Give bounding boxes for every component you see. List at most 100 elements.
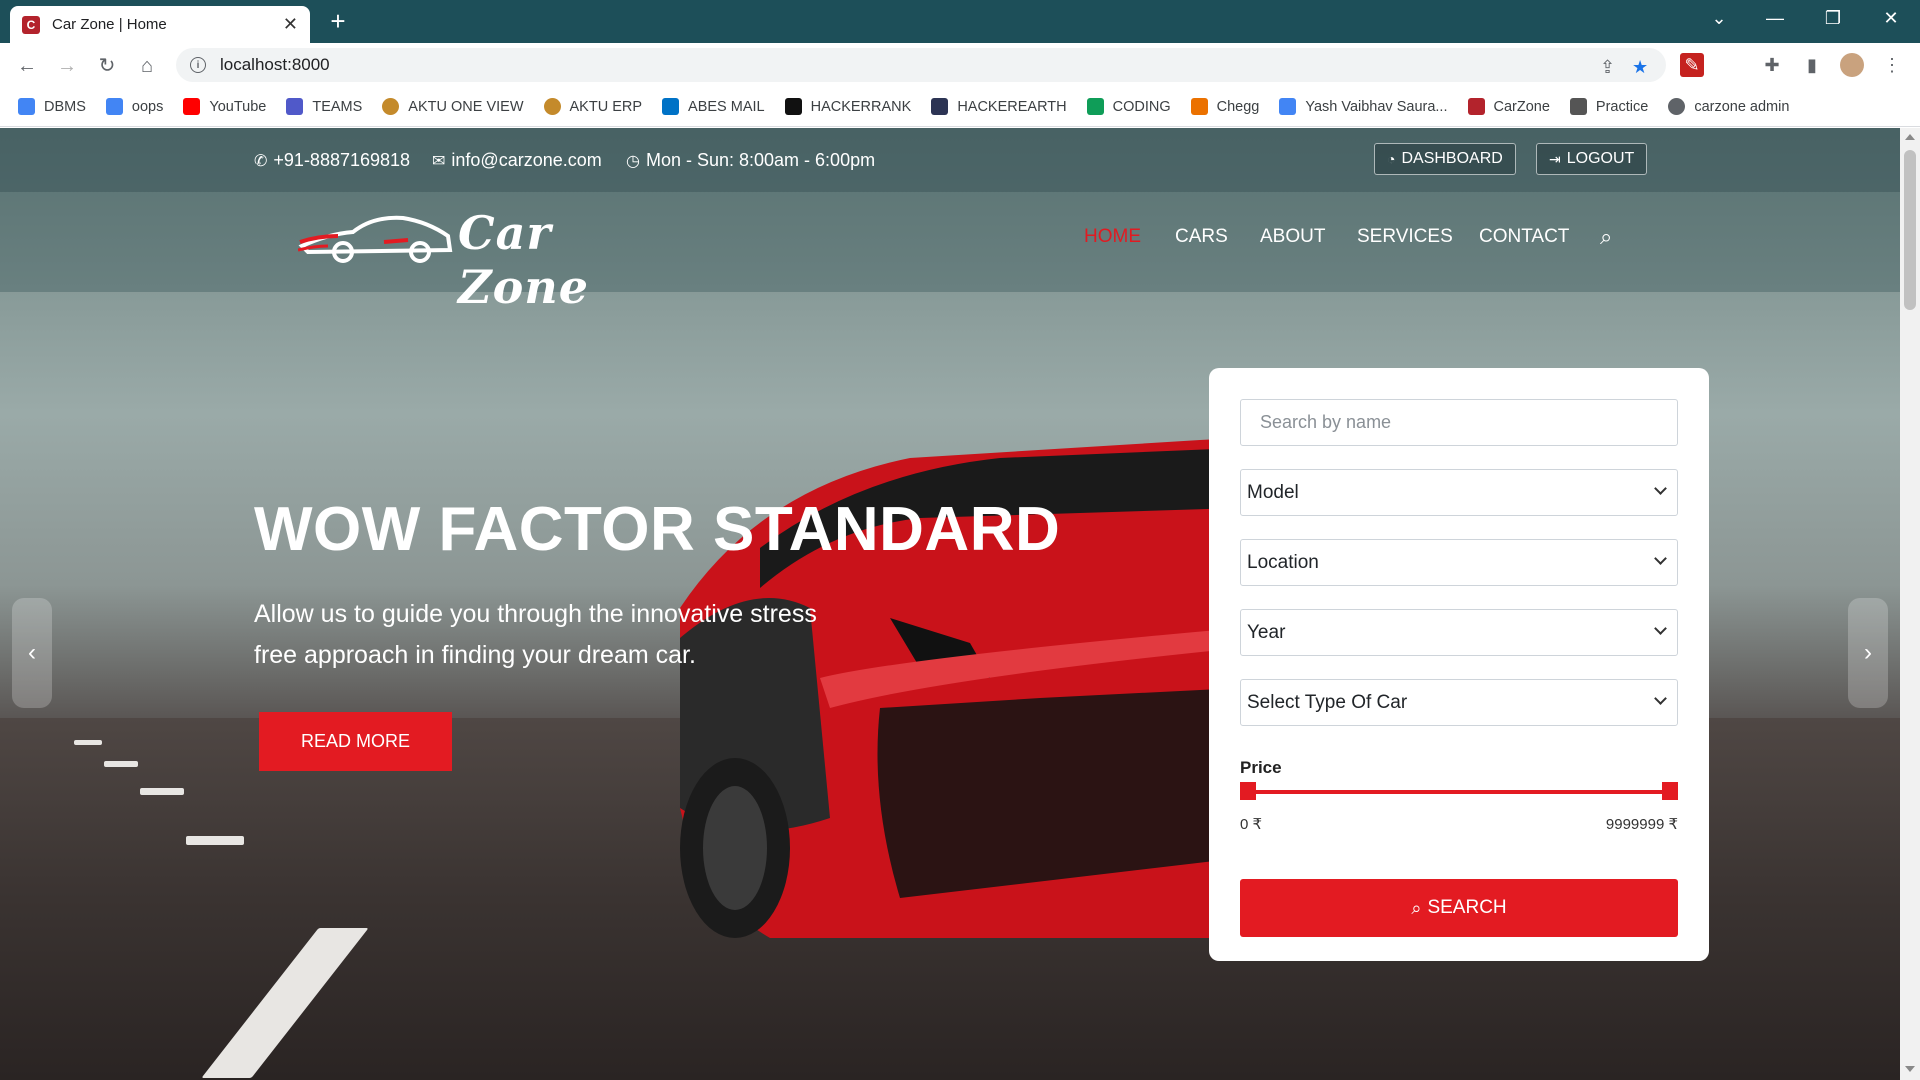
model-select-value: Model (1247, 481, 1299, 503)
nav-cars[interactable]: CARS (1175, 226, 1228, 248)
search-name-input[interactable]: Search by name (1240, 399, 1678, 446)
bookmark-item[interactable]: HACKERRANK (784, 98, 912, 115)
hero-section: ✆ +91-8887169818 ✉ info@carzone.com ◷ Mo… (0, 128, 1900, 1080)
clock-icon: ◷ (626, 152, 640, 170)
bookmark-item[interactable]: carzone admin (1668, 98, 1789, 115)
price-min-handle[interactable] (1240, 782, 1256, 800)
bookmark-item[interactable]: YouTube (183, 98, 266, 115)
bookmark-item[interactable]: CODING (1086, 98, 1171, 115)
nav-contact[interactable]: CONTACT (1479, 226, 1569, 248)
bookmark-item[interactable]: Yash Vaibhav Saura... (1279, 98, 1448, 115)
bookmark-label: DBMS (44, 98, 86, 115)
search-icon[interactable]: ⌕ (1600, 224, 1612, 250)
logout-button[interactable]: ⇥ LOGOUT (1536, 143, 1648, 175)
url-text: localhost:8000 (220, 55, 330, 74)
bookmark-label: TEAMS (312, 98, 363, 115)
bookmark-item[interactable]: DBMS (18, 98, 86, 115)
extension-pen-icon[interactable]: ✎ (1680, 53, 1704, 77)
omnibox[interactable]: i localhost:8000 ⇪ ★ (176, 48, 1666, 82)
bookmark-label: carzone admin (1694, 98, 1790, 115)
nav-home[interactable]: HOME (1084, 226, 1141, 248)
bookmark-label: Yash Vaibhav Saura... (1305, 98, 1448, 115)
location-select[interactable]: Location (1240, 539, 1678, 586)
profile-avatar[interactable] (1840, 53, 1864, 77)
bookmark-item[interactable]: AKTU ERP (543, 98, 643, 115)
bookmark-item[interactable]: CarZone (1467, 98, 1550, 115)
logo-wordmark: Car Zone (458, 206, 589, 314)
lane-marking (140, 788, 184, 795)
logout-label: LOGOUT (1566, 150, 1635, 167)
price-min-value: 0 ₹ (1240, 816, 1263, 833)
read-more-button[interactable]: READ MORE (259, 712, 452, 771)
bookmark-item[interactable]: TEAMS (286, 98, 362, 115)
lane-marking (74, 740, 102, 745)
bookmark-item[interactable]: oops (105, 98, 164, 115)
bookmark-item[interactable]: AKTU ONE VIEW (382, 98, 524, 115)
carzone-favicon-icon: C (22, 15, 40, 34)
price-label: Price (1240, 758, 1282, 777)
bookmark-star-icon[interactable]: ★ (1632, 57, 1648, 78)
share-icon[interactable]: ⇪ (1600, 57, 1615, 78)
price-max-handle[interactable] (1662, 782, 1678, 800)
forward-arrow-icon[interactable]: → (54, 53, 80, 79)
bookmark-item[interactable]: ABES MAIL (662, 98, 765, 115)
scroll-down-icon[interactable] (1905, 1066, 1915, 1072)
price-range-track[interactable] (1248, 790, 1666, 794)
reload-icon[interactable]: ↻ (94, 53, 120, 79)
minimize-icon[interactable]: — (1760, 8, 1790, 29)
kebab-menu-icon[interactable]: ⋮ (1880, 53, 1904, 77)
phone-contact[interactable]: ✆ +91-8887169818 (254, 150, 410, 171)
close-icon[interactable]: ✕ (283, 14, 298, 35)
site-info-icon[interactable]: i (190, 57, 206, 73)
bookmark-item[interactable]: Chegg (1190, 98, 1259, 115)
aktu-icon (382, 98, 400, 115)
search-button-label: SEARCH (1427, 897, 1507, 918)
bookmark-label: HACKEREARTH (957, 98, 1067, 115)
price-max-value: 9999999 ₹ (1605, 816, 1678, 833)
model-select[interactable]: Model (1240, 469, 1678, 516)
dashboard-button[interactable]: ◔ DASHBOARD (1374, 143, 1516, 175)
search-button[interactable]: ⌕ SEARCH (1240, 879, 1678, 937)
carzone-logo[interactable]: Car Zone (297, 206, 668, 314)
email-address: info@carzone.com (451, 150, 602, 170)
extensions-puzzle-icon[interactable]: ✚ (1760, 53, 1784, 77)
scroll-thumb[interactable] (1904, 150, 1916, 310)
dashboard-label: DASHBOARD (1401, 150, 1503, 167)
carousel-next-chevron-icon[interactable]: › (1848, 598, 1888, 708)
bookmark-item[interactable]: Practice (1569, 98, 1648, 115)
phone-number: +91-8887169818 (273, 150, 411, 170)
carousel-prev-chevron-icon[interactable]: ‹ (12, 598, 52, 708)
lane-marking (186, 836, 244, 845)
car-type-select[interactable]: Select Type Of Car (1240, 679, 1678, 726)
window-close-icon[interactable]: ✕ (1876, 8, 1906, 29)
bookmark-label: ABES MAIL (688, 98, 765, 115)
bookmark-label: HACKERRANK (810, 98, 912, 115)
year-select[interactable]: Year (1240, 609, 1678, 656)
email-contact[interactable]: ✉ info@carzone.com (432, 150, 602, 171)
teams-icon (286, 98, 304, 115)
lane-marking (104, 761, 138, 767)
tab-search-chevron-icon[interactable]: ⌄ (1704, 8, 1734, 29)
hackerearth-icon (931, 98, 949, 115)
bookmarks-bar: DBMS oops YouTube TEAMS AKTU ONE VIEW AK… (0, 87, 1920, 127)
chevron-down-icon (1654, 692, 1667, 705)
aktu-icon (543, 98, 561, 115)
nav-services[interactable]: SERVICES (1357, 226, 1453, 248)
outlook-icon (662, 98, 680, 115)
bookmark-label: oops (131, 98, 164, 115)
bookmark-label: AKTU ERP (569, 98, 643, 115)
page-scrollbar[interactable] (1900, 128, 1920, 1080)
home-icon[interactable]: ⌂ (134, 53, 160, 79)
browser-tab[interactable]: C Car Zone | Home ✕ (10, 6, 310, 43)
envelope-icon: ✉ (432, 152, 446, 170)
sign-out-icon: ⇥ (1549, 150, 1561, 167)
hero-title: WOW FACTOR STANDARD (254, 495, 1061, 564)
new-tab-plus-icon[interactable]: + (324, 8, 352, 36)
bookmark-item[interactable]: HACKEREARTH (931, 98, 1067, 115)
back-arrow-icon[interactable]: ← (14, 53, 40, 79)
nav-about[interactable]: ABOUT (1260, 226, 1325, 248)
side-panel-icon[interactable]: ▮ (1800, 53, 1824, 77)
scroll-up-icon[interactable] (1905, 134, 1915, 140)
bookmark-label: AKTU ONE VIEW (408, 98, 524, 115)
restore-icon[interactable]: ❐ (1818, 8, 1848, 29)
